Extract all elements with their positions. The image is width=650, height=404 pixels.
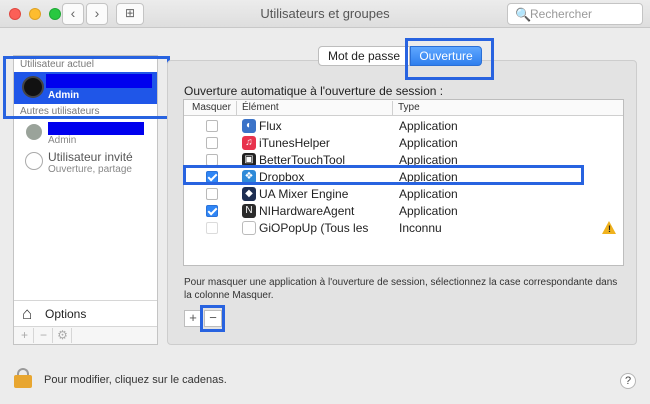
generic-file-icon: [242, 221, 256, 235]
flux-icon: ◐: [242, 119, 256, 133]
item-name: Flux: [259, 119, 282, 133]
item-type: Application: [399, 204, 458, 218]
other-user-avatar: [26, 124, 42, 140]
item-type: Application: [399, 187, 458, 201]
search-placeholder: Rechercher: [530, 7, 593, 21]
help-button[interactable]: ?: [620, 373, 636, 389]
ni-hardware-icon: N: [242, 204, 256, 218]
item-type: Application: [399, 136, 458, 150]
itunes-icon: ♫: [242, 136, 256, 150]
warning-mark: !: [608, 224, 611, 234]
options-label: Options: [45, 307, 87, 321]
annotation-highlight-dropbox-row: [183, 165, 584, 185]
table-header: Masquer Élément Type: [184, 100, 623, 116]
search-input[interactable]: 🔍 Rechercher: [507, 3, 643, 25]
annotation-highlight-tab: [405, 38, 494, 80]
redacted-name: [48, 122, 144, 135]
table-row[interactable]: GiOPopUp (Tous les Inconnu!: [184, 220, 623, 237]
guest-user-subtitle: Ouverture, partage: [48, 164, 132, 175]
sidebar-toolbar: + − ⚙: [14, 326, 157, 344]
item-name: UA Mixer Engine: [259, 187, 349, 201]
table-row[interactable]: N NIHardwareAgent Application: [184, 203, 623, 220]
lock-hint-text: Pour modifier, cliquez sur le cadenas.: [44, 374, 227, 386]
close-window-button[interactable]: [9, 8, 21, 20]
forward-button[interactable]: ›: [86, 3, 108, 25]
title-bar: ‹ › ⊞ Utilisateurs et groupes 🔍 Recherch…: [0, 0, 650, 28]
column-hide[interactable]: Masquer: [188, 102, 231, 113]
gear-icon[interactable]: ⚙: [54, 328, 72, 343]
item-name: iTunesHelper: [259, 136, 330, 150]
zoom-window-button[interactable]: [49, 8, 61, 20]
other-user-role: Admin: [48, 135, 77, 146]
ua-mixer-icon: ◆: [242, 187, 256, 201]
guest-user-name: Utilisateur invité: [48, 150, 133, 164]
guest-avatar-icon: [25, 152, 43, 170]
column-item[interactable]: Élément: [238, 102, 279, 113]
other-user-row[interactable]: Admin: [14, 120, 157, 146]
item-name: GiOPopUp (Tous les: [259, 221, 369, 235]
lock-icon[interactable]: [14, 368, 32, 388]
search-icon: 🔍: [515, 7, 532, 22]
hide-checkbox[interactable]: [206, 205, 218, 217]
table-row[interactable]: ◆ UA Mixer Engine Application: [184, 186, 623, 203]
show-all-button[interactable]: ⊞: [116, 3, 144, 25]
login-items-label: Ouverture automatique à l'ouverture de s…: [184, 84, 444, 98]
table-row[interactable]: ♫ iTunesHelper Application: [184, 135, 623, 152]
hide-checkbox[interactable]: [206, 120, 218, 132]
hide-checkbox[interactable]: [206, 222, 218, 234]
back-button[interactable]: ‹: [62, 3, 84, 25]
window-title: Utilisateurs et groupes: [260, 6, 390, 21]
item-name: NIHardwareAgent: [259, 204, 355, 218]
hide-checkbox[interactable]: [206, 188, 218, 200]
annotation-highlight-current-user: [3, 56, 170, 119]
item-type: Application: [399, 119, 458, 133]
table-row[interactable]: ◐ Flux Application: [184, 118, 623, 135]
house-icon: ⌂: [22, 304, 33, 323]
hide-checkbox[interactable]: [206, 137, 218, 149]
guest-user-row[interactable]: Utilisateur invité Ouverture, partage: [14, 148, 157, 178]
tab-password[interactable]: Mot de passe: [318, 46, 410, 66]
login-options-row[interactable]: ⌂ Options: [14, 300, 157, 326]
add-user-button[interactable]: +: [16, 328, 34, 343]
item-type: Inconnu: [399, 221, 442, 235]
hint-text: Pour masquer une application à l'ouvertu…: [184, 277, 618, 301]
minimize-window-button[interactable]: [29, 8, 41, 20]
column-type[interactable]: Type: [394, 102, 420, 113]
annotation-highlight-remove-button: [200, 305, 225, 332]
remove-user-button[interactable]: −: [35, 328, 53, 343]
